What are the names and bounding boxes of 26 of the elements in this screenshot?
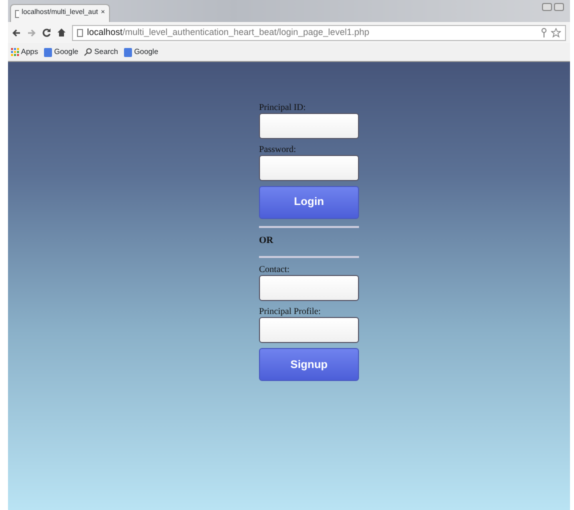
search-icon	[84, 48, 92, 56]
field-label: Principal Profile:	[259, 306, 322, 318]
home-icon[interactable]	[57, 28, 66, 37]
input-field[interactable]	[259, 113, 359, 139]
page-icon	[77, 28, 83, 36]
separator-text: OR	[259, 235, 274, 248]
submit-button[interactable]: Signup	[259, 348, 359, 382]
input-field[interactable]	[259, 317, 359, 344]
back-icon[interactable]	[12, 28, 21, 36]
input-field[interactable]	[259, 155, 359, 181]
submit-button[interactable]: Login	[259, 186, 359, 219]
url-text: localhost/multi_level_authentication_heart_beat/login_page_level1.php	[87, 26, 370, 39]
reload-icon[interactable]	[42, 28, 51, 37]
minimize-icon[interactable]	[542, 3, 552, 11]
bookmark-icon	[44, 48, 52, 56]
field-label: Principal ID:	[259, 102, 307, 113]
bookmark-icon	[124, 48, 132, 56]
maximize-icon[interactable]	[554, 3, 564, 11]
address-bar[interactable]: localhost/multi_level_authentication_heart_beat/login_page_level1.php	[72, 24, 566, 40]
key-icon[interactable]	[541, 28, 547, 38]
page-icon	[15, 10, 19, 18]
field-label: Password:	[259, 144, 298, 155]
field-label: Contact:	[259, 264, 290, 276]
star-icon[interactable]	[551, 28, 561, 38]
apps-icon	[11, 48, 19, 56]
input-field[interactable]	[259, 275, 359, 302]
